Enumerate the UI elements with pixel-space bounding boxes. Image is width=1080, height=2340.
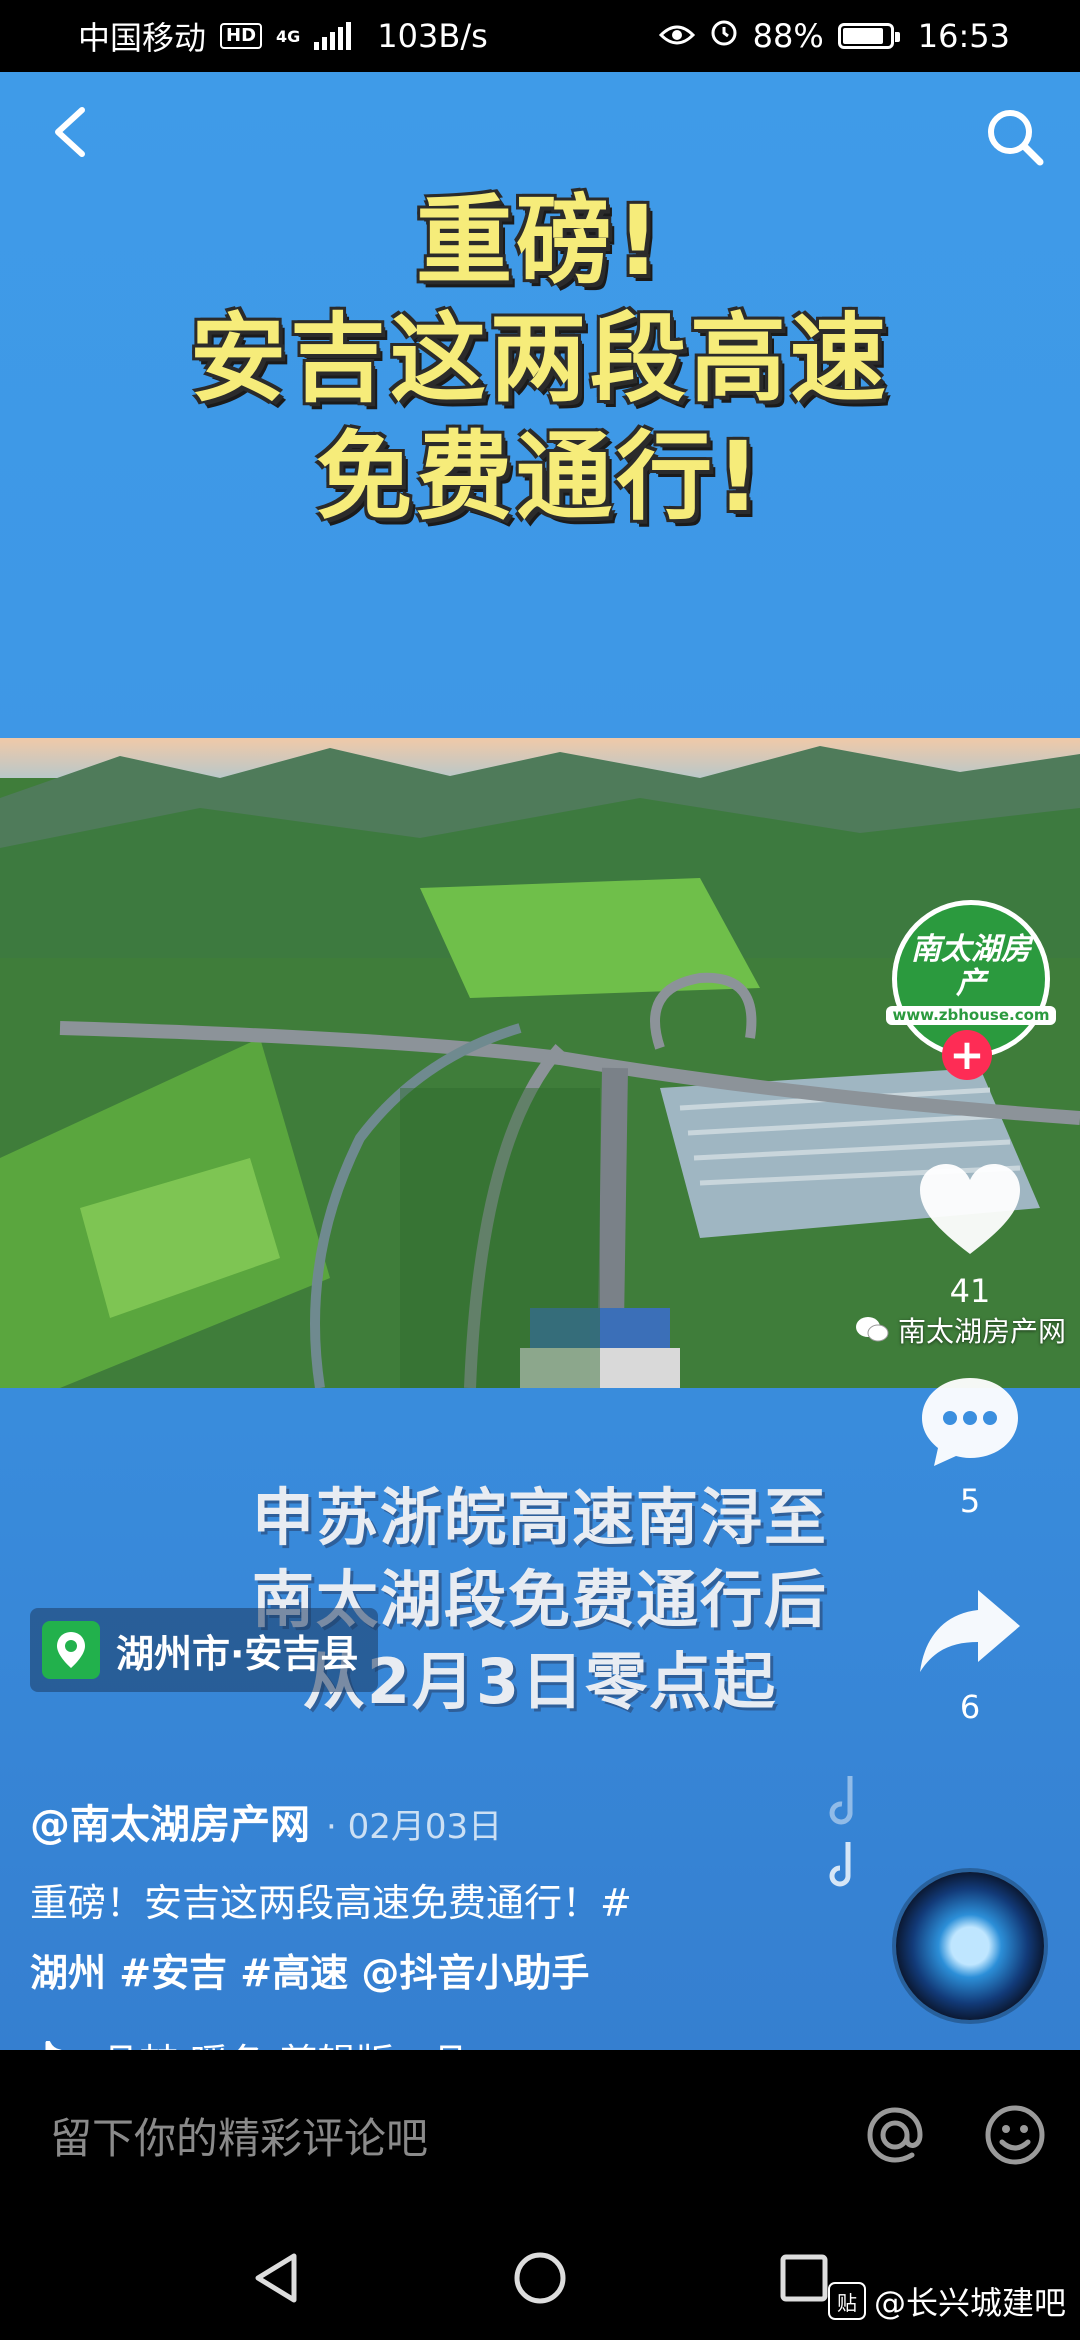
location-pin-icon — [42, 1621, 100, 1679]
eye-icon — [658, 17, 695, 55]
network-speed: 103B/s — [377, 17, 488, 55]
battery-icon — [837, 23, 900, 49]
circle-home-icon — [514, 2252, 566, 2304]
nav-home-button[interactable] — [512, 2250, 568, 2310]
avatar-brand: 南太湖房产 — [911, 931, 1031, 1002]
comment-button[interactable]: 5 — [880, 1372, 1060, 1520]
status-bar: 中国移动 HD 4G 103B/s 88% 16:53 — [0, 0, 1080, 72]
floating-music-notes — [820, 1772, 880, 1903]
battery-percent: 88% — [752, 17, 824, 55]
music-disc[interactable] — [896, 1872, 1044, 2020]
hashtags[interactable]: 湖州 #安吉 #高速 @抖音小助手 — [30, 1938, 750, 2008]
plus-icon: + — [949, 1030, 985, 1079]
follow-button[interactable]: + — [942, 1030, 992, 1080]
author-name[interactable]: @南太湖房产网 — [30, 1792, 310, 1850]
music-note-icon — [45, 2040, 62, 2050]
corner-watermark: 贴 @长兴城建吧 — [827, 2278, 1066, 2324]
action-rail: 南太湖房产 www.zbhouse.com + 41 5 6 — [829, 72, 1080, 2050]
comment-bubble-icon — [922, 1378, 1018, 1466]
comment-count: 5 — [959, 1482, 981, 1520]
nav-recents-button[interactable] — [778, 2252, 830, 2308]
chevron-left-icon — [55, 107, 85, 157]
carrier-label: 中国移动 — [78, 19, 207, 57]
music-note-icon — [829, 1776, 853, 1887]
avatar-url: www.zbhouse.com — [886, 1005, 1056, 1026]
corner-watermark-text: @长兴城建吧 — [873, 2284, 1066, 2322]
mention-button[interactable] — [860, 2100, 930, 2170]
music-title: - 品喆 暖冬-剪辑版 - 品 — [76, 2032, 469, 2050]
at-sign-icon — [867, 2107, 923, 2163]
back-button[interactable] — [44, 102, 104, 162]
emoji-button[interactable] — [980, 2100, 1050, 2170]
music-marquee[interactable]: - 品喆 暖冬-剪辑版 - 品 — [30, 2032, 590, 2050]
tieba-logo-icon: 贴 — [827, 2282, 866, 2320]
clock: 16:53 — [917, 17, 1010, 55]
post-description: 重磅！安吉这两段高速免费通行！# 湖州 #安吉 #高速 @抖音小助手 — [30, 1868, 750, 2008]
comment-bar: 留下你的精彩评论吧 — [0, 2050, 1080, 2220]
comment-input[interactable]: 留下你的精彩评论吧 — [50, 2105, 810, 2166]
author-line: @南太湖房产网 · 02月03日 — [30, 1792, 502, 1850]
square-recents-icon — [780, 2254, 828, 2302]
share-button[interactable]: 6 — [880, 1584, 1060, 1726]
network-label: 4G — [276, 26, 301, 46]
description-text: 重磅！安吉这两段高速免费通行！# — [30, 1881, 632, 1925]
post-date: · 02月03日 — [326, 1807, 503, 1847]
location-label: 湖州市·安吉县 — [116, 1631, 359, 1676]
triangle-back-icon — [255, 2253, 297, 2303]
like-count: 41 — [949, 1272, 991, 1310]
smiley-icon — [985, 2105, 1045, 2165]
nav-back-button[interactable] — [250, 2250, 302, 2310]
video-player[interactable]: 重磅! 安吉这两段高速 免费通行! 南太湖房产网 申苏浙皖高速南浔至 南太湖段免… — [0, 72, 1080, 2050]
signal-icon — [314, 22, 352, 50]
like-button[interactable]: 41 — [880, 1160, 1060, 1310]
share-arrow-icon — [920, 1590, 1020, 1672]
share-count: 6 — [959, 1688, 981, 1726]
heart-icon — [920, 1164, 1020, 1254]
alarm-icon — [709, 17, 739, 55]
hd-badge: HD — [220, 23, 263, 49]
location-tag[interactable]: 湖州市·安吉县 — [30, 1608, 379, 1692]
